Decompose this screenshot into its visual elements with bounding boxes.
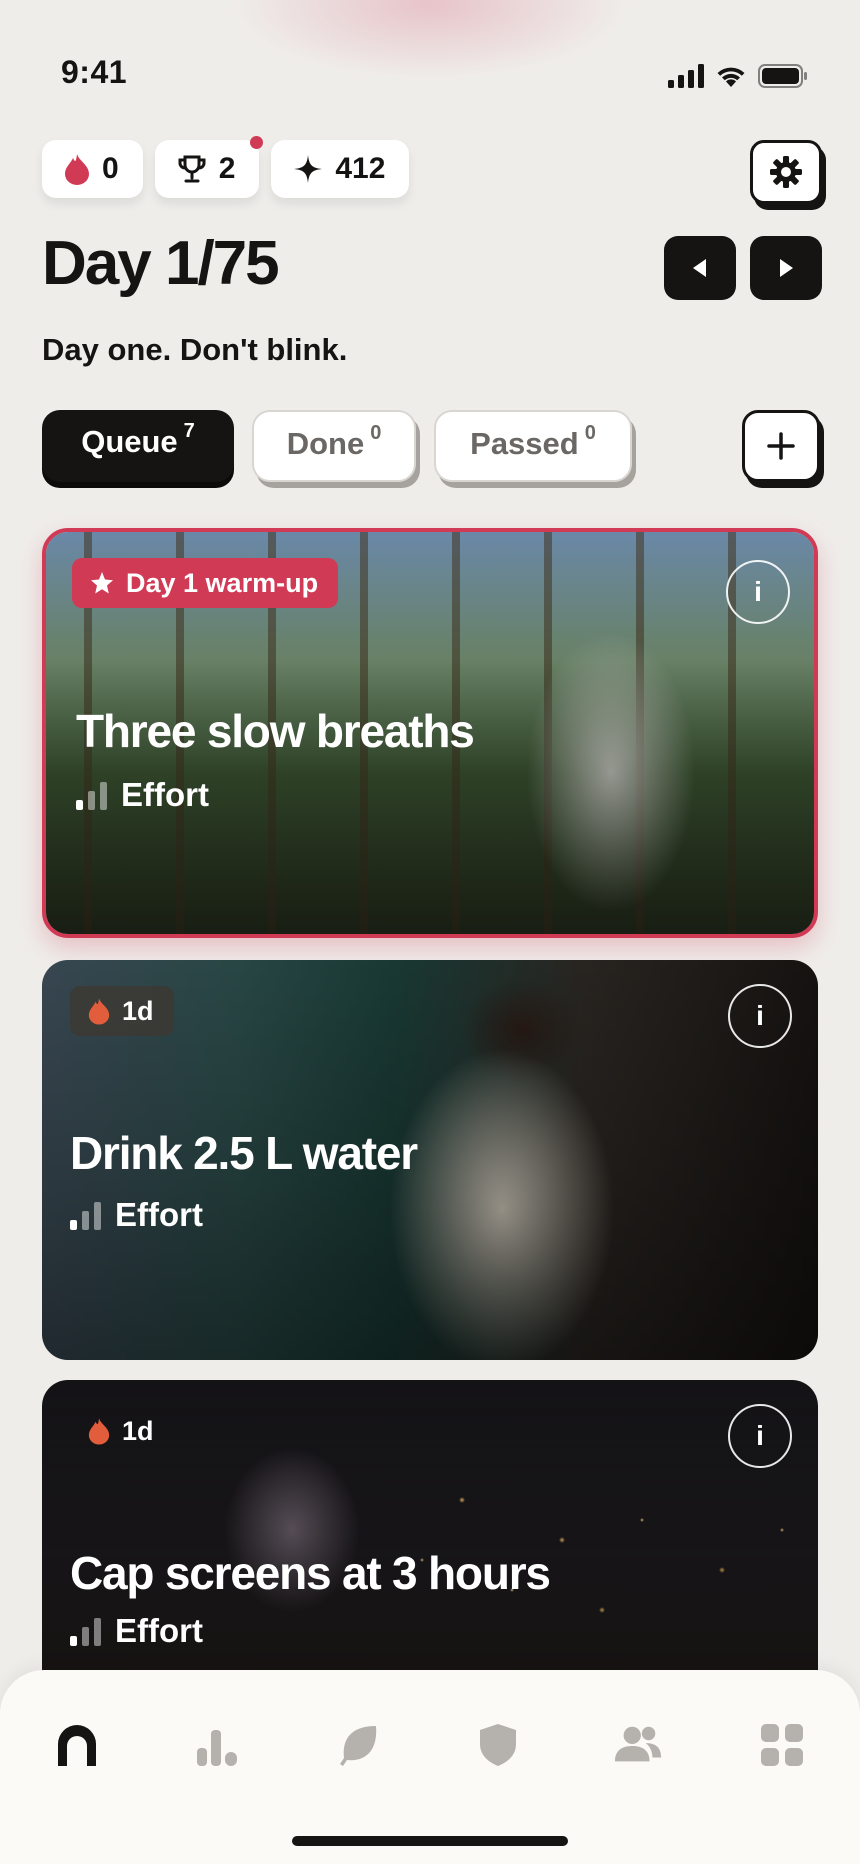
tab-queue[interactable]: Queue 7 [42, 410, 234, 482]
nav-growth[interactable] [334, 1720, 384, 1770]
battery-icon [758, 64, 807, 88]
nav-home[interactable] [52, 1720, 102, 1770]
info-button[interactable]: i [726, 560, 790, 624]
badge-label: 1d [122, 1415, 154, 1446]
bottom-tab-bar [0, 1670, 860, 1864]
home-indicator [292, 1836, 568, 1846]
card-badge: Day 1 warm-up [72, 558, 339, 608]
flame-icon [65, 154, 89, 185]
flame-icon [88, 998, 110, 1025]
star-icon [91, 572, 113, 594]
info-button[interactable]: i [728, 984, 792, 1048]
filter-tabs: Queue 7 Done 0 Passed 0 [42, 410, 632, 482]
people-icon [614, 1726, 662, 1762]
grid-icon [761, 1724, 803, 1766]
info-button[interactable]: i [728, 1404, 792, 1468]
add-task-button[interactable] [742, 410, 820, 482]
tab-label: Done [286, 426, 365, 461]
badge-label: Day 1 warm-up [126, 567, 319, 598]
effort-label: Effort [121, 776, 209, 813]
signal-icon [668, 64, 704, 88]
tab-count: 0 [584, 422, 596, 444]
nav-protection[interactable] [473, 1720, 523, 1770]
tab-label: Passed [470, 426, 579, 461]
sparkle-icon [294, 155, 323, 183]
trophy-pill[interactable]: 2 [154, 136, 264, 198]
wifi-icon [717, 67, 745, 87]
notification-dot [250, 136, 264, 149]
settings-button[interactable] [750, 140, 822, 204]
tab-count: 7 [183, 420, 195, 442]
card-title: Three slow breaths [76, 705, 475, 757]
status-icons [668, 64, 808, 88]
top-glow [230, 0, 630, 80]
day-title: Day 1/75 [42, 229, 280, 298]
task-card[interactable]: 1d i Drink 2.5 L water Effort [42, 960, 818, 1360]
plus-icon [767, 432, 795, 460]
card-badge: 1d [70, 1406, 174, 1456]
points-count: 412 [335, 152, 386, 185]
shield-icon [480, 1724, 516, 1766]
streak-count: 0 [102, 152, 119, 185]
badge-label: 1d [122, 995, 154, 1026]
trophy-icon [178, 155, 206, 183]
effort-indicator: Effort [70, 1196, 203, 1234]
day-subtitle: Day one. Don't blink. [42, 332, 348, 367]
streak-pill[interactable]: 0 [42, 140, 143, 198]
tab-done[interactable]: Done 0 [252, 410, 416, 482]
status-time: 9:41 [61, 54, 128, 90]
effort-bars-icon [70, 1202, 101, 1230]
trophy-count: 2 [218, 152, 236, 185]
previous-day-button[interactable] [664, 236, 736, 300]
tab-count: 0 [370, 422, 382, 444]
task-card[interactable]: Day 1 warm-up i Three slow breaths Effor… [42, 528, 818, 938]
caret-right-icon [780, 259, 793, 277]
points-pill[interactable]: 412 [271, 140, 410, 198]
nav-community[interactable] [613, 1720, 663, 1770]
effort-bars-icon [70, 1618, 101, 1646]
effort-bars-icon [76, 782, 107, 810]
card-badge: 1d [70, 986, 174, 1036]
next-day-button[interactable] [750, 236, 822, 300]
caret-left-icon [693, 259, 706, 277]
leaf-icon [340, 1726, 377, 1766]
flame-icon [88, 1418, 110, 1445]
nav-more[interactable] [757, 1720, 807, 1770]
effort-label: Effort [115, 1612, 203, 1649]
effort-label: Effort [115, 1196, 203, 1233]
card-title: Drink 2.5 L water [70, 1127, 418, 1179]
stats-row: 0 2 412 [42, 136, 410, 198]
effort-indicator: Effort [70, 1612, 203, 1650]
tab-label: Queue [81, 424, 178, 459]
home-icon [58, 1725, 96, 1766]
card-title: Cap screens at 3 hours [70, 1547, 551, 1599]
tab-passed[interactable]: Passed 0 [434, 410, 632, 482]
effort-indicator: Effort [76, 776, 209, 814]
stats-icon [197, 1730, 237, 1766]
nav-stats[interactable] [193, 1720, 243, 1770]
gear-icon [770, 156, 802, 188]
